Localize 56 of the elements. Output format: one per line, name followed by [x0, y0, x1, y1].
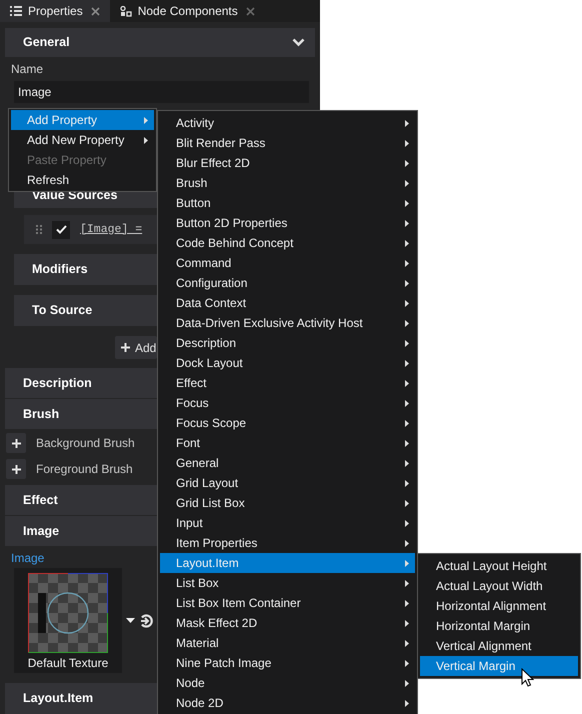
menu-item[interactable]: Mask Effect 2D [160, 613, 415, 633]
menu-item[interactable]: Command [160, 253, 415, 273]
section-header[interactable]: General [5, 28, 315, 57]
menu-item[interactable]: Brush [160, 173, 415, 193]
menu-item[interactable]: Input [160, 513, 415, 533]
menu-item[interactable]: Description [160, 333, 415, 353]
menu-item[interactable]: Data-Driven Exclusive Activity Host [160, 313, 415, 333]
menu-item[interactable]: Focus [160, 393, 415, 413]
field-label: Name [11, 62, 44, 76]
section-header[interactable]: Effect [5, 485, 157, 515]
property-label: Image [11, 551, 44, 565]
property-label: Foreground Brush [36, 461, 133, 478]
menu-item[interactable]: Blit Render Pass [160, 133, 415, 153]
menu-item[interactable]: Focus Scope [160, 413, 415, 433]
menu-item[interactable]: Material [160, 633, 415, 653]
menu-item[interactable]: Add New Property [11, 130, 154, 150]
expression-text[interactable]: [Image] = [80, 220, 142, 238]
menu-item[interactable]: Actual Layout Height [420, 556, 578, 576]
menu-item[interactable]: Data Context [160, 293, 415, 313]
menu-item[interactable]: Node [160, 673, 415, 693]
menu-item[interactable]: Button [160, 193, 415, 213]
texture-tile[interactable]: Default Texture [14, 568, 122, 673]
menu-item[interactable]: Blur Effect 2D [160, 153, 415, 173]
menu-item[interactable]: Button 2D Properties [160, 213, 415, 233]
menu-item[interactable]: Activity [160, 113, 415, 133]
panel-tab[interactable]: Properties [0, 0, 110, 22]
menu-item[interactable]: Actual Layout Width [420, 576, 578, 596]
menu-item[interactable]: Horizontal Margin [420, 616, 578, 636]
menu-item[interactable]: List Box [160, 573, 415, 593]
section-header[interactable]: Brush [5, 399, 157, 429]
menu-item[interactable]: Effect [160, 373, 415, 393]
section-header[interactable]: Layout.Item [5, 683, 157, 714]
section-header[interactable]: Description [5, 368, 157, 398]
menu-item[interactable]: Code Behind Concept [160, 233, 415, 253]
menu-item[interactable]: Layout.Item [160, 553, 415, 573]
menu-item[interactable]: Font [160, 433, 415, 453]
name-field[interactable]: Image [14, 81, 309, 103]
section-header[interactable]: Modifiers [14, 254, 157, 285]
section-header[interactable]: Image [5, 516, 157, 546]
add-button[interactable]: Add [115, 336, 157, 359]
menu-item[interactable]: Node 2D [160, 693, 415, 713]
menu-item[interactable]: Vertical Margin [420, 656, 578, 676]
menu-item[interactable]: Grid Layout [160, 473, 415, 493]
menu-item[interactable]: General [160, 453, 415, 473]
menu-item[interactable]: Dock Layout [160, 353, 415, 373]
menu-item[interactable]: Configuration [160, 273, 415, 293]
menu-item[interactable]: Item Properties [160, 533, 415, 553]
menu-item[interactable]: Add Property [11, 110, 154, 130]
section-header[interactable]: To Source [14, 295, 157, 326]
menu-item[interactable]: List Box Item Container [160, 593, 415, 613]
menu-item[interactable]: Grid List Box [160, 493, 415, 513]
panel-tab[interactable]: Node Components [110, 0, 265, 22]
menu-item[interactable]: Vertical Alignment [420, 636, 578, 656]
menu-item[interactable]: Nine Patch Image [160, 653, 415, 673]
menu-item[interactable]: Horizontal Alignment [420, 596, 578, 616]
property-label: Background Brush [36, 435, 135, 452]
